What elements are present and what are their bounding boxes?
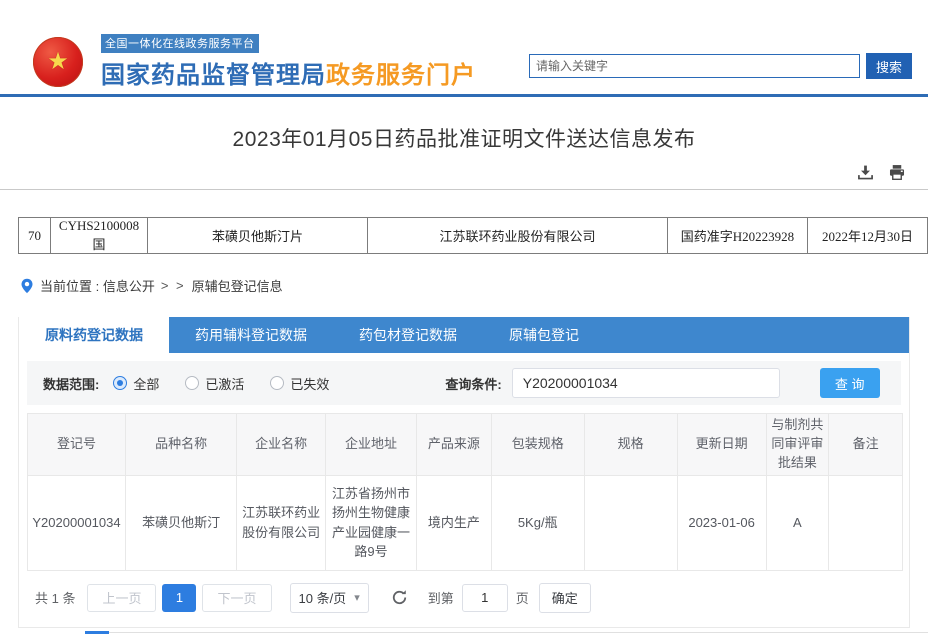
cell-registration-no: Y20200001034: [28, 475, 126, 570]
cell-package-spec: 5Kg/瓶: [491, 475, 584, 570]
cell-variety-name: 苯磺贝他斯汀: [126, 475, 237, 570]
results-table: 登记号 品种名称 企业名称 企业地址 产品来源 包装规格 规格 更新日期 与制剂…: [27, 413, 903, 571]
notice-row-table: 70 CYHS2100008国 苯磺贝他斯汀片 江苏联环药业股份有限公司 国药准…: [18, 217, 928, 254]
pagination: 共 1 条 上一页 1 下一页 10 条/页 ▾ 到第 页 确定: [35, 583, 901, 613]
col-registration-no: 登记号: [28, 414, 126, 476]
breadcrumb-current[interactable]: 原辅包登记信息: [192, 276, 283, 295]
tab-raw-material-data[interactable]: 原料药登记数据: [19, 317, 169, 353]
cell-company-name: 江苏联环药业股份有限公司: [237, 475, 326, 570]
col-update-date: 更新日期: [677, 414, 766, 476]
radio-all[interactable]: 全部: [113, 374, 159, 393]
goto-page-input[interactable]: [462, 584, 508, 612]
org-name: 国家药品监督管理局: [101, 62, 326, 89]
goto-page-label: 到第: [428, 588, 454, 607]
query-input[interactable]: [512, 368, 780, 398]
cell-update-date: 2023-01-06: [677, 475, 766, 570]
col-joint-review-result: 与制剂共同审评审批结果: [766, 414, 829, 476]
confirm-button[interactable]: 确定: [539, 583, 591, 613]
col-product-source: 产品来源: [416, 414, 491, 476]
col-company-name: 企业名称: [237, 414, 326, 476]
cell-remarks: [829, 475, 903, 570]
page-title: 2023年01月05日药品批准证明文件送达信息发布: [0, 123, 928, 153]
goto-page-suffix: 页: [516, 588, 529, 607]
national-emblem-icon: ★: [33, 37, 83, 87]
search-input[interactable]: [529, 54, 860, 78]
company-name: 江苏联环药业股份有限公司: [368, 218, 668, 254]
total-count: 共 1 条: [35, 588, 75, 607]
chevron-down-icon: ▾: [354, 591, 360, 604]
acceptance-number: CYHS2100008国: [51, 218, 148, 254]
scope-radio-group: 全部 已激活 已失效: [113, 374, 329, 393]
next-page-button[interactable]: 下一页: [202, 584, 271, 612]
product-name: 苯磺贝他斯汀片: [148, 218, 368, 254]
tab-excipient-data[interactable]: 药用辅料登记数据: [169, 317, 333, 353]
query-button[interactable]: 查 询: [820, 368, 880, 398]
col-variety-name: 品种名称: [126, 414, 237, 476]
tab-bar: 原料药登记数据 药用辅料登记数据 药包材登记数据 原辅包登记: [19, 317, 909, 353]
brand: ★ 全国一体化在线政务服务平台 国家药品监督管理局政务服务门户: [33, 34, 476, 90]
breadcrumb: 当前位置 : 信息公开 > > 原辅包登记信息: [20, 276, 928, 295]
refresh-icon[interactable]: [391, 589, 408, 606]
prev-page-button[interactable]: 上一页: [87, 584, 156, 612]
radio-activated[interactable]: 已激活: [185, 374, 244, 393]
filter-bar: 数据范围: 全部 已激活 已失效 查询条件: 查 询: [27, 361, 901, 405]
cell-company-address: 江苏省扬州市扬州生物健康产业园健康一路9号: [326, 475, 417, 570]
breadcrumb-prefix[interactable]: 当前位置 : 信息公开: [40, 276, 155, 295]
page-size-select[interactable]: 10 条/页 ▾: [290, 583, 369, 613]
radio-unchecked-icon[interactable]: [270, 376, 284, 390]
col-remarks: 备注: [829, 414, 903, 476]
site-header: ★ 全国一体化在线政务服务平台 国家药品监督管理局政务服务门户 搜索: [0, 0, 928, 97]
search-button[interactable]: 搜索: [866, 53, 912, 79]
row-index: 70: [19, 218, 51, 254]
table-row: Y20200001034 苯磺贝他斯汀 江苏联环药业股份有限公司 江苏省扬州市扬…: [28, 475, 903, 570]
print-icon[interactable]: [888, 164, 906, 181]
table-row: 70 CYHS2100008国 苯磺贝他斯汀片 江苏联环药业股份有限公司 国药准…: [19, 218, 928, 254]
platform-badge: 全国一体化在线政务服务平台: [101, 34, 259, 53]
radio-expired[interactable]: 已失效: [270, 374, 329, 393]
title-divider: [0, 189, 928, 190]
col-spec: 规格: [584, 414, 677, 476]
tab-apie-registration[interactable]: 原辅包登记: [483, 317, 605, 353]
portal-name: 政务服务门户: [326, 62, 476, 89]
query-condition-label: 查询条件:: [445, 374, 501, 393]
header-search: 搜索: [529, 53, 912, 79]
site-title: 国家药品监督管理局政务服务门户: [101, 55, 476, 90]
approval-date: 2022年12月30日: [808, 218, 928, 254]
cell-product-source: 境内生产: [416, 475, 491, 570]
document-actions: [0, 161, 928, 183]
col-package-spec: 包装规格: [491, 414, 584, 476]
page-number-button[interactable]: 1: [162, 584, 196, 612]
download-icon[interactable]: [857, 164, 874, 181]
cell-joint-review-result: A: [766, 475, 829, 570]
scope-label: 数据范围:: [43, 374, 99, 393]
breadcrumb-separator: > >: [161, 278, 186, 293]
bottom-section-divider: [85, 632, 928, 634]
col-company-address: 企业地址: [326, 414, 417, 476]
results-header-row: 登记号 品种名称 企业名称 企业地址 产品来源 包装规格 规格 更新日期 与制剂…: [28, 414, 903, 476]
radio-checked-icon[interactable]: [113, 376, 127, 390]
cell-spec: [584, 475, 677, 570]
radio-unchecked-icon[interactable]: [185, 376, 199, 390]
approval-number: 国药准字H20223928: [668, 218, 808, 254]
location-pin-icon: [20, 278, 34, 294]
registration-panel: 原料药登记数据 药用辅料登记数据 药包材登记数据 原辅包登记 数据范围: 全部 …: [18, 317, 910, 628]
tab-packaging-data[interactable]: 药包材登记数据: [333, 317, 483, 353]
